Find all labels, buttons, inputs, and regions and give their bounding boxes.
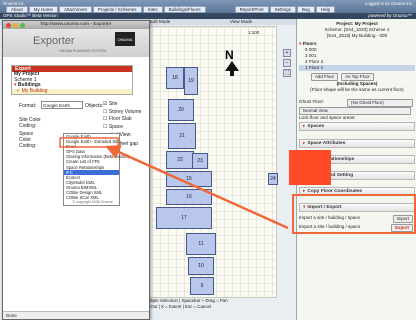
section-space-attributes[interactable]: ▸ Space Attributes [299,139,415,148]
north-arrow-icon: N [222,47,242,77]
zoom-out-icon[interactable]: − [283,59,291,67]
room-22[interactable]: 22 [166,151,194,169]
window-url: http://www.onuma.com - Exporter [40,22,112,27]
room-21[interactable]: 21 [168,123,196,149]
room-18[interactable]: 18 [166,67,184,89]
site-color-label: Site Color Coding: [19,117,41,129]
ghost-floor-select[interactable]: (No Ghost Floor) [347,99,413,107]
scale-label: 1:100 [248,30,260,35]
exporter-header: Exporter ONUMA ONUMA PLANNING SYSTEM [3,29,149,57]
zoom-extent-icon[interactable]: ⛶ [283,69,291,77]
objects-checkboxes: ☑ Site ☐ Storey Volume ☐ Floor Slab ☐ Sp… [103,101,141,131]
zoom-icon[interactable] [20,23,25,28]
menu-settings[interactable]: Settings [269,6,296,13]
room-15[interactable]: 15 [166,171,212,187]
minimize-icon[interactable] [13,23,18,28]
window-titlebar: http://www.onuma.com - Exporter [3,21,149,29]
app-title: OPS Studio™ Beta Version [3,13,58,18]
menu-about[interactable]: About [6,6,28,13]
object-site[interactable]: ☑ Site [103,101,141,109]
menu-help[interactable]: Help [315,6,336,13]
add-floor-button[interactable]: Add Floor [311,73,339,81]
zoom-in-icon[interactable]: + [283,49,291,57]
room-20[interactable]: 20 [168,99,194,121]
room-9[interactable]: 9 [190,277,214,295]
menu-report[interactable]: Report/Print [234,6,269,13]
exporter-title: Exporter [33,35,75,47]
lock-areas-label: Lock floor and space areas: [299,115,356,120]
export-highlight-box [292,194,416,234]
copyright: © copyright 2008 Onuma [72,200,113,205]
room-23[interactable]: 23 [192,153,208,169]
object-slab[interactable]: ☐ Floor Slab [103,116,141,124]
room-17[interactable]: 17 [156,207,212,229]
menu-bug[interactable]: Bug [296,6,315,13]
format-select[interactable]: Google Earth [41,101,83,109]
section-spaces[interactable]: ▸ Spaces [299,122,415,131]
menu-sites[interactable]: Sites [142,6,163,13]
room-24[interactable]: 24 [268,173,278,185]
highlight-callout [289,150,331,185]
onuma-logo: ONUMA [115,32,135,46]
floor-shape-note: (Floor shape will be the same as current… [310,87,404,92]
close-icon[interactable] [6,23,11,28]
space-color-label: Space Color Coding: [19,131,37,149]
zoom-tools: + − ⛶ [283,49,291,79]
objects-label: Objects: [85,103,104,109]
object-storey[interactable]: ☐ Storey Volume [103,109,141,117]
top-floor-select[interactable]: As Top Floor [341,73,374,81]
menu-buildings[interactable]: Buildings/Floors [163,6,206,13]
format-dropdown[interactable]: Google Earth Google Earth - Extruded Sit… [63,133,129,207]
browser-status: Done [3,311,149,319]
room-10[interactable]: 10 [188,257,214,275]
app-titlebar: Onuma Inc. Logged in as Onuma Inc. About… [0,0,416,13]
project-tree: Export My Project Scheme 1 ▾ Buildings ✓… [11,65,133,95]
tagline: ONUMA PLANNING SYSTEM [59,49,107,53]
object-space[interactable]: ☐ Space [103,124,141,132]
menu-projects[interactable]: Projects / Schemes [92,6,142,13]
svg-text:N: N [225,48,234,62]
room-16[interactable]: 16 [166,189,212,205]
floor-item-floor-1[interactable]: 1 Floor 1 [299,65,415,71]
main-menu: About My Home Attachment Projects / Sche… [0,6,416,13]
building-line: [S44_2516] My Building - 000 [326,33,388,38]
add-floor-row: Add Floor As Top Floor [299,73,415,81]
room-19[interactable]: 19 [184,67,198,95]
tree-building[interactable]: ✓ My Building [12,88,132,94]
room-11[interactable]: 11 [186,233,216,255]
view-select[interactable]: Normal View [299,107,411,115]
menu-attachment[interactable]: Attachment [59,6,92,13]
format-label: Format: [19,103,37,109]
menu-my-home[interactable]: My Home [28,6,59,13]
ghost-floor-row: Ghost Floor: (No Ghost Floor) [299,99,415,107]
